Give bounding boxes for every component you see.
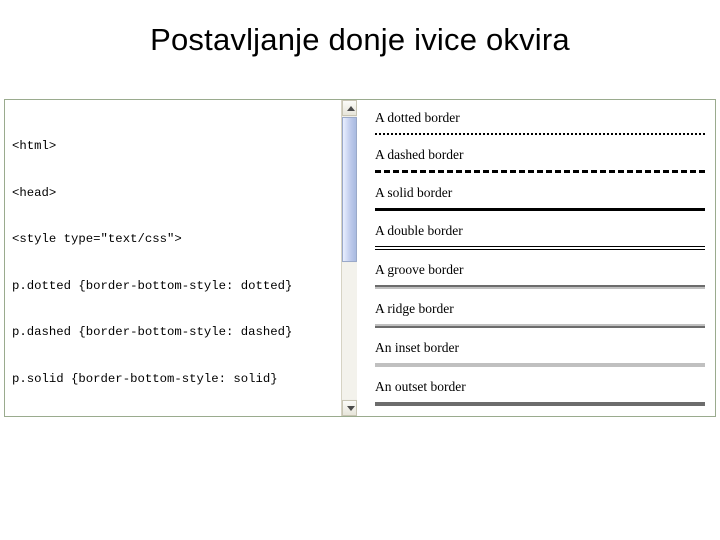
code-line: p.dashed {border-bottom-style: dashed} <box>12 325 293 339</box>
demo-paragraph-double: A double border <box>375 223 705 250</box>
scrollbar-track[interactable] <box>342 263 357 399</box>
code-line: <style type="text/css"> <box>12 232 182 246</box>
scroll-up-icon[interactable] <box>342 100 357 116</box>
code-text: <html> <head> <style type="text/css"> p.… <box>12 108 342 416</box>
scroll-down-icon[interactable] <box>342 400 357 416</box>
demo-paragraph-groove: A groove border <box>375 262 705 289</box>
code-line: <head> <box>12 185 57 200</box>
demo-paragraph-dashed: A dashed border <box>375 147 705 173</box>
chevron-down-icon <box>346 406 355 411</box>
scrollbar-thumb[interactable] <box>342 117 357 262</box>
demo-paragraph-solid: A solid border <box>375 185 705 211</box>
demo-paragraph-outset: An outset border <box>375 379 705 406</box>
render-output: A dotted border A dashed border A solid … <box>375 110 705 406</box>
chevron-up-icon <box>346 106 355 111</box>
code-pane-scrollbar[interactable] <box>341 100 357 416</box>
demo-paragraph-inset: An inset border <box>375 340 705 367</box>
code-line: p.solid {border-bottom-style: solid} <box>12 371 278 386</box>
content-frame: <html> <head> <style type="text/css"> p.… <box>4 99 716 417</box>
code-line: p.dotted {border-bottom-style: dotted} <box>12 278 293 293</box>
demo-paragraph-ridge: A ridge border <box>375 301 705 328</box>
slide: Postavljanje donje ivice okvira <html> <… <box>0 0 720 540</box>
demo-paragraph-dotted: A dotted border <box>375 110 705 135</box>
page-title: Postavljanje donje ivice okvira <box>150 22 570 57</box>
code-line: <html> <box>12 139 57 153</box>
render-pane: A dotted border A dashed border A solid … <box>359 100 715 416</box>
code-pane: <html> <head> <style type="text/css"> p.… <box>5 100 358 416</box>
